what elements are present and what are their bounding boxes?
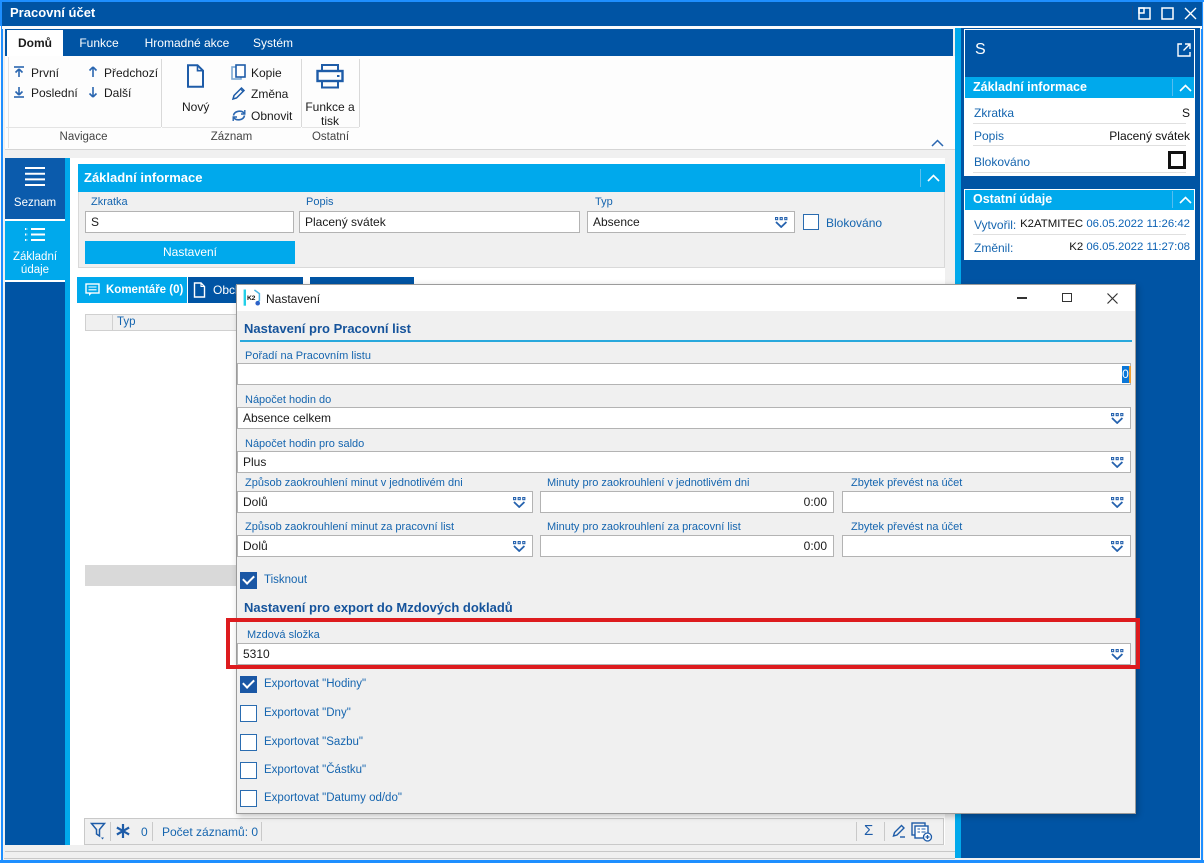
svg-text:K2: K2 xyxy=(247,295,256,302)
